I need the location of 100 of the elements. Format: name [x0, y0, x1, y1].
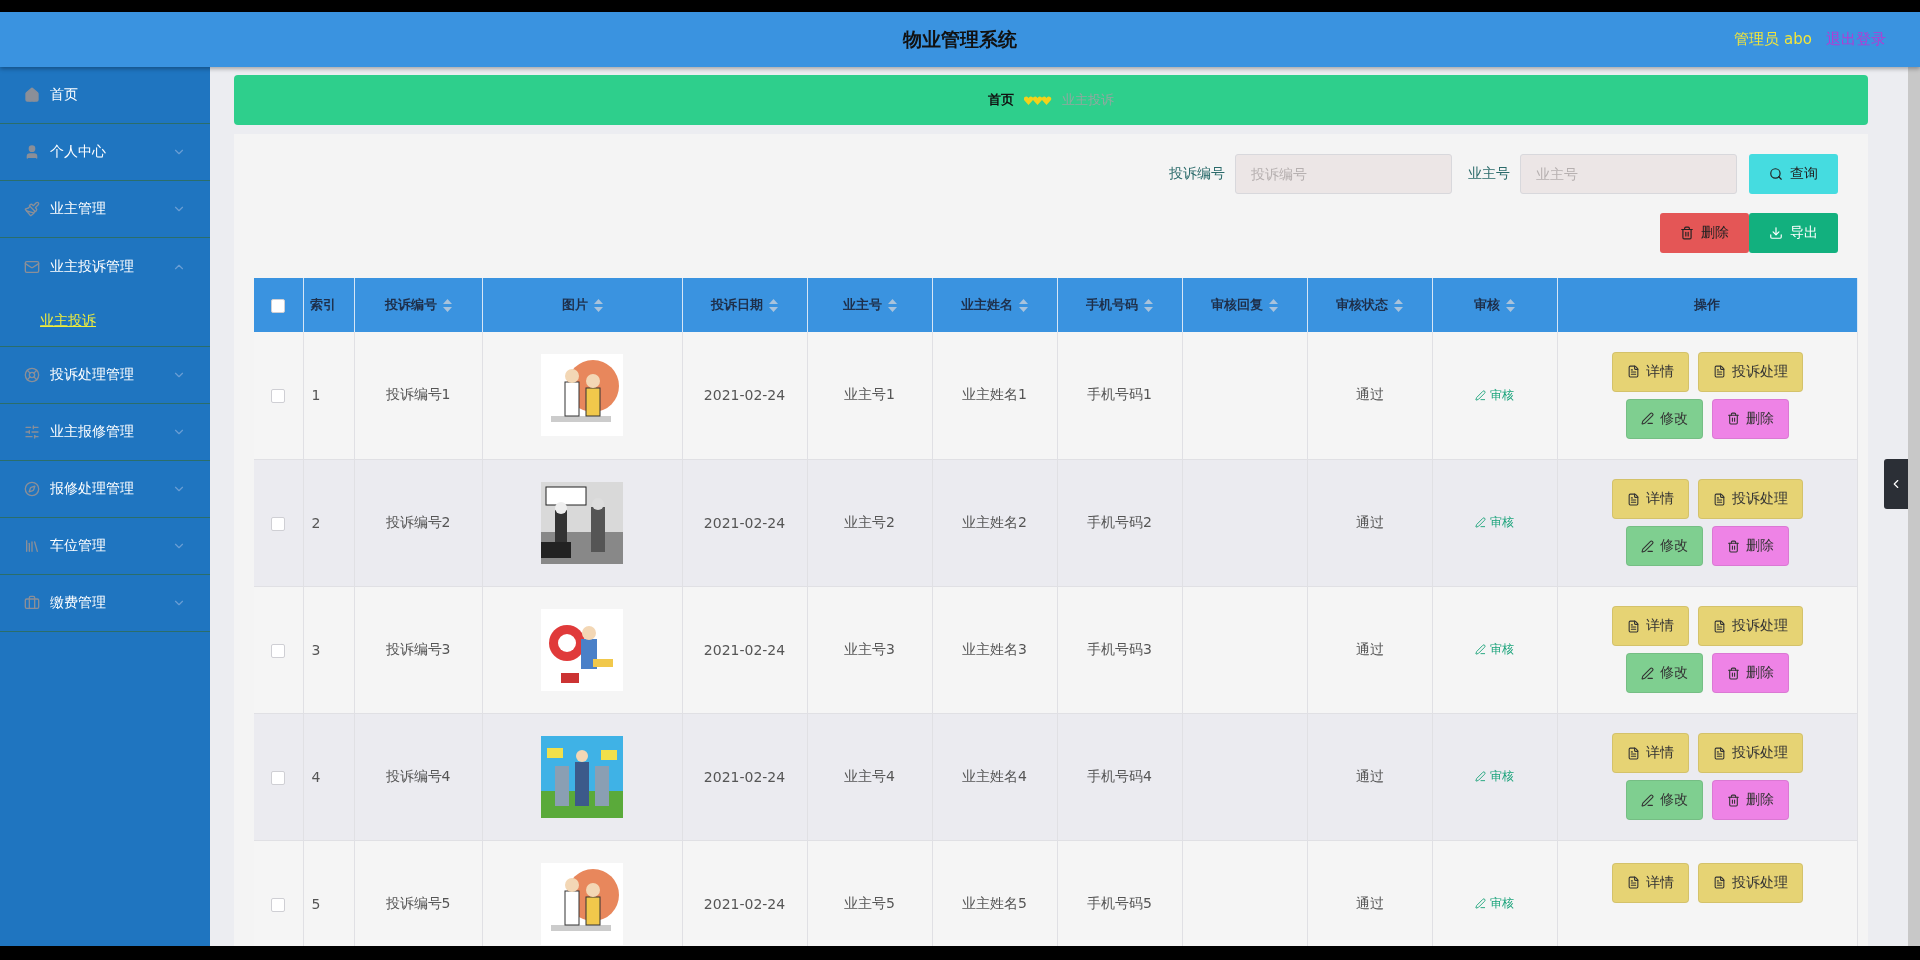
details-button[interactable]: 详情 — [1611, 862, 1689, 903]
submenu-item[interactable]: 业主投诉 — [0, 295, 210, 347]
menu-icon — [24, 595, 40, 611]
sidebar-item[interactable]: 业主管理 — [0, 181, 210, 238]
row-checkbox[interactable] — [271, 516, 286, 531]
menu-icon — [24, 144, 40, 160]
pen-icon — [1640, 793, 1654, 807]
table-cell: 通过 — [1355, 640, 1384, 657]
details-button[interactable]: 详情 — [1611, 733, 1689, 773]
edit-button[interactable]: 修改 — [1625, 526, 1703, 566]
field-label: 投诉编号 — [1169, 165, 1225, 183]
column-header: 手机号码 — [1086, 296, 1138, 314]
sidebar-item[interactable]: 业主投诉管理 — [0, 238, 210, 295]
delete-button[interactable]: 删除 — [1711, 780, 1789, 820]
table-cell: 投诉编号3 — [385, 640, 451, 657]
sort-icon[interactable] — [1019, 298, 1028, 312]
table-cell: 业主号3 — [844, 640, 895, 657]
edit-button[interactable]: 修改 — [1625, 398, 1703, 439]
process-button[interactable]: 投诉处理 — [1697, 733, 1803, 773]
menu-icon — [24, 481, 40, 497]
trash-icon — [1726, 539, 1740, 553]
search-icon — [1769, 167, 1783, 181]
sort-icon[interactable] — [769, 298, 778, 312]
edit-button[interactable]: 修改 — [1625, 653, 1703, 693]
details-button[interactable]: 详情 — [1611, 606, 1689, 646]
process-button[interactable]: 投诉处理 — [1697, 479, 1803, 519]
edit-button[interactable]: 修改 — [1625, 780, 1703, 820]
breadcrumb-item[interactable]: 首页 — [988, 91, 1014, 109]
details-button[interactable]: 详情 — [1611, 479, 1689, 519]
table-cell: 2021-02-24 — [703, 768, 786, 785]
table-cell: 业主号5 — [844, 894, 895, 911]
file-icon — [1712, 876, 1726, 889]
sidebar-item[interactable]: 个人中心 — [0, 124, 210, 181]
table-cell: 手机号码4 — [1087, 767, 1152, 784]
table-cell: 通过 — [1355, 513, 1384, 530]
pen-icon — [1475, 898, 1486, 909]
table-cell: 业主姓名3 — [962, 640, 1027, 657]
review-link[interactable]: 审核 — [1475, 895, 1514, 912]
sidebar-item[interactable]: 业主报修管理 — [0, 404, 210, 461]
breadcrumb-item: 业主投诉 — [1062, 91, 1114, 109]
file-icon — [1712, 365, 1726, 379]
table-cell: 2021-02-24 — [703, 895, 786, 912]
column-header: 操作 — [1694, 296, 1720, 314]
sort-icon[interactable] — [1506, 298, 1515, 312]
table-cell: 2021-02-24 — [703, 514, 786, 531]
file-icon — [1712, 619, 1726, 633]
sort-icon[interactable] — [887, 298, 897, 312]
table-cell: 业主姓名2 — [962, 513, 1027, 530]
row-checkbox[interactable] — [271, 389, 286, 404]
pen-icon — [1475, 771, 1486, 782]
column-header: 图片 — [561, 296, 588, 314]
process-button[interactable]: 投诉处理 — [1697, 862, 1803, 903]
delete-button[interactable]: 删除 — [1660, 213, 1749, 253]
sidebar-item[interactable]: 缴费管理 — [0, 575, 210, 632]
file-icon — [1626, 876, 1640, 889]
sort-icon[interactable] — [593, 298, 603, 312]
sidebar-item[interactable]: 投诉处理管理 — [0, 347, 210, 404]
table-cell: 业主姓名4 — [962, 767, 1027, 784]
collapse-tab[interactable] — [1884, 459, 1908, 509]
sidebar-item[interactable]: 报修处理管理 — [0, 461, 210, 518]
sidebar-item[interactable]: 首页 — [0, 67, 210, 124]
row-checkbox[interactable] — [271, 770, 286, 785]
field-label: 业主号 — [1468, 165, 1510, 183]
table-cell: 2021-02-24 — [703, 641, 786, 658]
trash-icon — [1726, 666, 1740, 680]
delete-button[interactable]: 删除 — [1711, 526, 1789, 566]
table-cell: 投诉编号2 — [385, 513, 451, 530]
column-header: 业主姓名 — [961, 296, 1013, 314]
table-cell: 投诉编号4 — [385, 767, 451, 784]
table-cell: 5 — [311, 895, 321, 912]
details-button[interactable]: 详情 — [1611, 351, 1689, 392]
review-link[interactable]: 审核 — [1475, 386, 1514, 404]
sort-icon[interactable] — [1394, 298, 1403, 312]
file-icon — [1626, 746, 1640, 760]
process-button[interactable]: 投诉处理 — [1697, 351, 1803, 392]
sort-icon[interactable] — [442, 298, 452, 312]
column-header: 业主号 — [842, 296, 882, 314]
file-icon — [1626, 619, 1640, 633]
table-cell: 2021-02-24 — [703, 387, 786, 404]
delete-button[interactable]: 删除 — [1711, 653, 1789, 693]
table-cell: 通过 — [1355, 767, 1384, 784]
sort-icon[interactable] — [1144, 298, 1153, 312]
search-button[interactable]: 查询 — [1749, 154, 1838, 194]
trash-icon — [1726, 412, 1740, 426]
download-icon — [1769, 226, 1783, 240]
review-link[interactable]: 审核 — [1475, 641, 1514, 658]
table-cell: 手机号码5 — [1087, 894, 1152, 911]
file-icon — [1712, 492, 1726, 506]
row-checkbox[interactable] — [271, 643, 286, 658]
table-cell: 业主号1 — [844, 386, 895, 403]
process-button[interactable]: 投诉处理 — [1697, 606, 1803, 646]
sidebar-item[interactable]: 车位管理 — [0, 518, 210, 575]
column-header: 投诉编号 — [384, 296, 437, 314]
scrollbar[interactable] — [1908, 67, 1920, 946]
select-all-checkbox[interactable] — [271, 298, 286, 313]
trash-icon — [1726, 793, 1740, 807]
row-checkbox[interactable] — [271, 897, 286, 912]
delete-button[interactable]: 删除 — [1711, 398, 1789, 439]
sort-icon[interactable] — [1269, 298, 1278, 312]
table-cell: 2 — [311, 514, 321, 531]
